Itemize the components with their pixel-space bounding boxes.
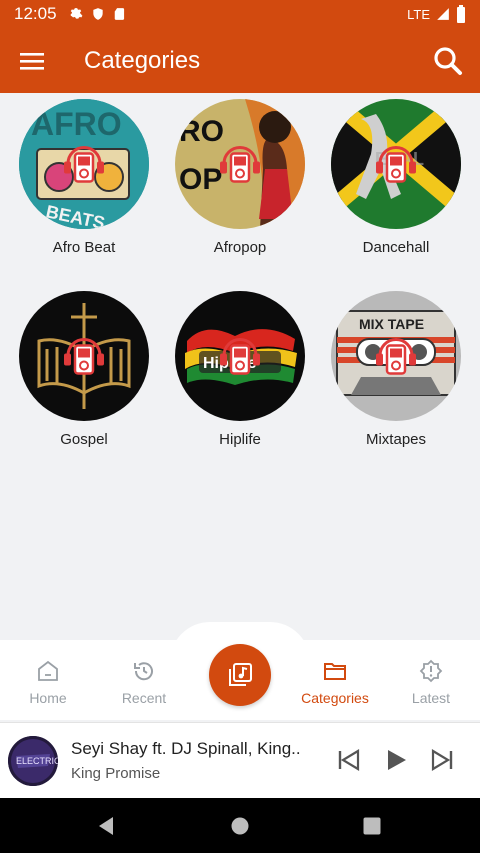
category-label: Hiplife <box>219 431 261 448</box>
track-artist: King Promise <box>71 765 161 782</box>
circle-home-icon <box>231 817 249 835</box>
category-image: AFRO BEATS <box>19 99 149 229</box>
menu-button[interactable] <box>0 28 64 93</box>
category-image <box>19 291 149 421</box>
nav-recent-label: Recent <box>121 690 167 706</box>
svg-text:ELECTRIC: ELECTRIC <box>16 756 58 766</box>
svg-text:AFRO: AFRO <box>31 106 122 142</box>
track-title: Seyi Shay ft. DJ Spinall, King.. <box>71 739 301 758</box>
music-player-icon <box>374 332 418 381</box>
home-system-button[interactable] <box>226 812 254 840</box>
now-playing-button[interactable] <box>209 644 271 706</box>
category-image: RO OP <box>175 99 305 229</box>
music-player-icon <box>218 140 262 189</box>
category-afro-beat[interactable]: AFRO BEATS Afro Beat <box>6 99 162 256</box>
mini-player[interactable]: ELECTRIC Seyi Shay ft. DJ Spinall, King.… <box>0 722 480 798</box>
next-button[interactable] <box>427 745 457 775</box>
category-label: Mixtapes <box>365 431 427 448</box>
music-player-icon <box>218 332 262 381</box>
shield-icon <box>92 8 103 20</box>
nav-recent[interactable]: Recent <box>96 658 192 706</box>
album-art: ELECTRIC <box>8 736 58 786</box>
folder-icon <box>324 663 346 680</box>
signal-icon <box>437 8 449 20</box>
music-player-icon <box>374 140 418 189</box>
music-library-icon <box>229 663 252 686</box>
svg-text:OP: OP <box>179 163 222 196</box>
category-gospel[interactable]: Gospel <box>6 291 162 448</box>
category-label: Afropop <box>213 239 267 256</box>
back-button[interactable] <box>92 812 120 840</box>
category-image: MIX TAPE <box>331 291 461 421</box>
search-icon <box>434 46 462 75</box>
system-navigation-bar <box>0 798 480 853</box>
nav-categories[interactable]: Categories <box>287 658 383 706</box>
back-icon <box>99 817 113 835</box>
nav-home[interactable]: Home <box>0 658 96 706</box>
category-hiplife[interactable]: Hip life Hiplife <box>162 291 318 448</box>
nav-latest-label: Latest <box>411 690 451 706</box>
play-button[interactable] <box>381 745 411 775</box>
badge-icon <box>419 659 443 683</box>
category-label: Afro Beat <box>52 239 116 256</box>
skip-next-icon <box>431 749 453 771</box>
bottom-nav: Home Recent Categories Latest <box>0 622 480 720</box>
app-bar: Categories <box>0 28 480 93</box>
nav-home-label: Home <box>29 690 67 706</box>
menu-icon <box>20 52 44 70</box>
home-icon <box>38 660 58 681</box>
category-label: Dancehall <box>362 239 430 256</box>
nav-latest[interactable]: Latest <box>383 658 479 706</box>
page-title: Categories <box>84 46 201 74</box>
network-label: LTE <box>407 6 430 22</box>
previous-button[interactable] <box>334 745 364 775</box>
category-dancehall[interactable]: EHAL Dancehall <box>318 99 474 256</box>
status-bar: 12:05 LTE <box>0 0 480 28</box>
history-icon <box>134 662 153 681</box>
music-player-icon <box>62 140 106 189</box>
music-player-icon <box>62 332 106 381</box>
settings-icon <box>70 8 82 19</box>
square-overview-icon <box>363 817 381 835</box>
category-image: EHAL <box>331 99 461 229</box>
category-label: Gospel <box>60 431 108 448</box>
category-mixtapes[interactable]: MIX TAPE Mixtapes <box>318 291 474 448</box>
skip-previous-icon <box>338 749 360 771</box>
overview-button[interactable] <box>358 812 386 840</box>
nav-categories-label: Categories <box>301 690 369 706</box>
category-image: Hip life <box>175 291 305 421</box>
status-time: 12:05 <box>14 4 57 23</box>
play-icon <box>388 750 406 770</box>
svg-text:MIX TAPE: MIX TAPE <box>359 316 424 332</box>
category-afropop[interactable]: RO OP Afropop <box>162 99 318 256</box>
search-button[interactable] <box>416 28 480 93</box>
sd-card-icon <box>114 8 124 20</box>
battery-icon <box>457 5 465 23</box>
